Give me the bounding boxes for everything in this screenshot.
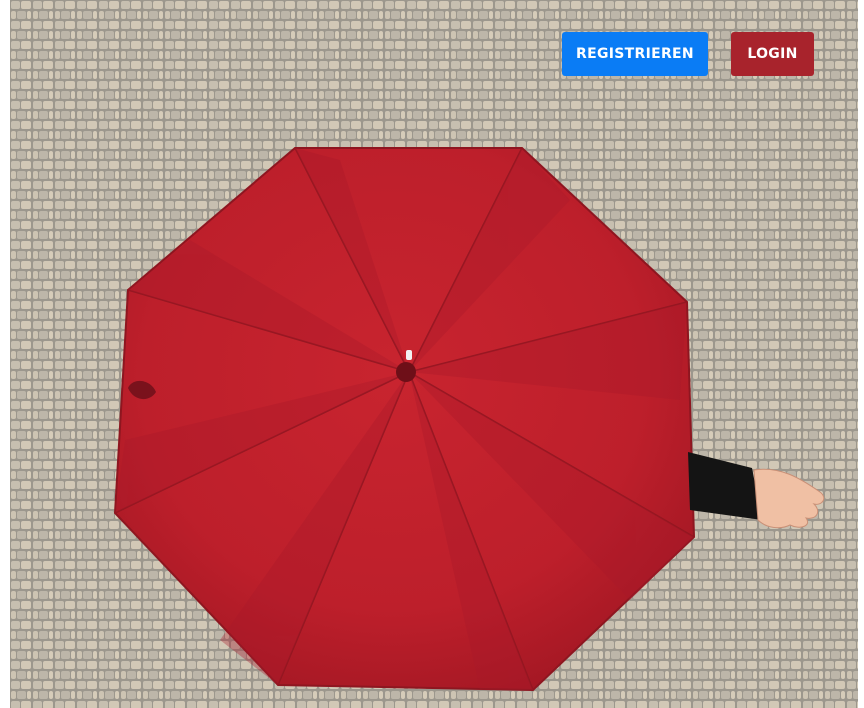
login-button[interactable]: LOGIN xyxy=(731,32,814,76)
hero-photo xyxy=(10,0,858,708)
hero-image: REGISTRIEREN LOGIN xyxy=(10,0,858,708)
page: REGISTRIEREN LOGIN xyxy=(0,0,864,708)
register-button[interactable]: REGISTRIEREN xyxy=(562,32,708,76)
